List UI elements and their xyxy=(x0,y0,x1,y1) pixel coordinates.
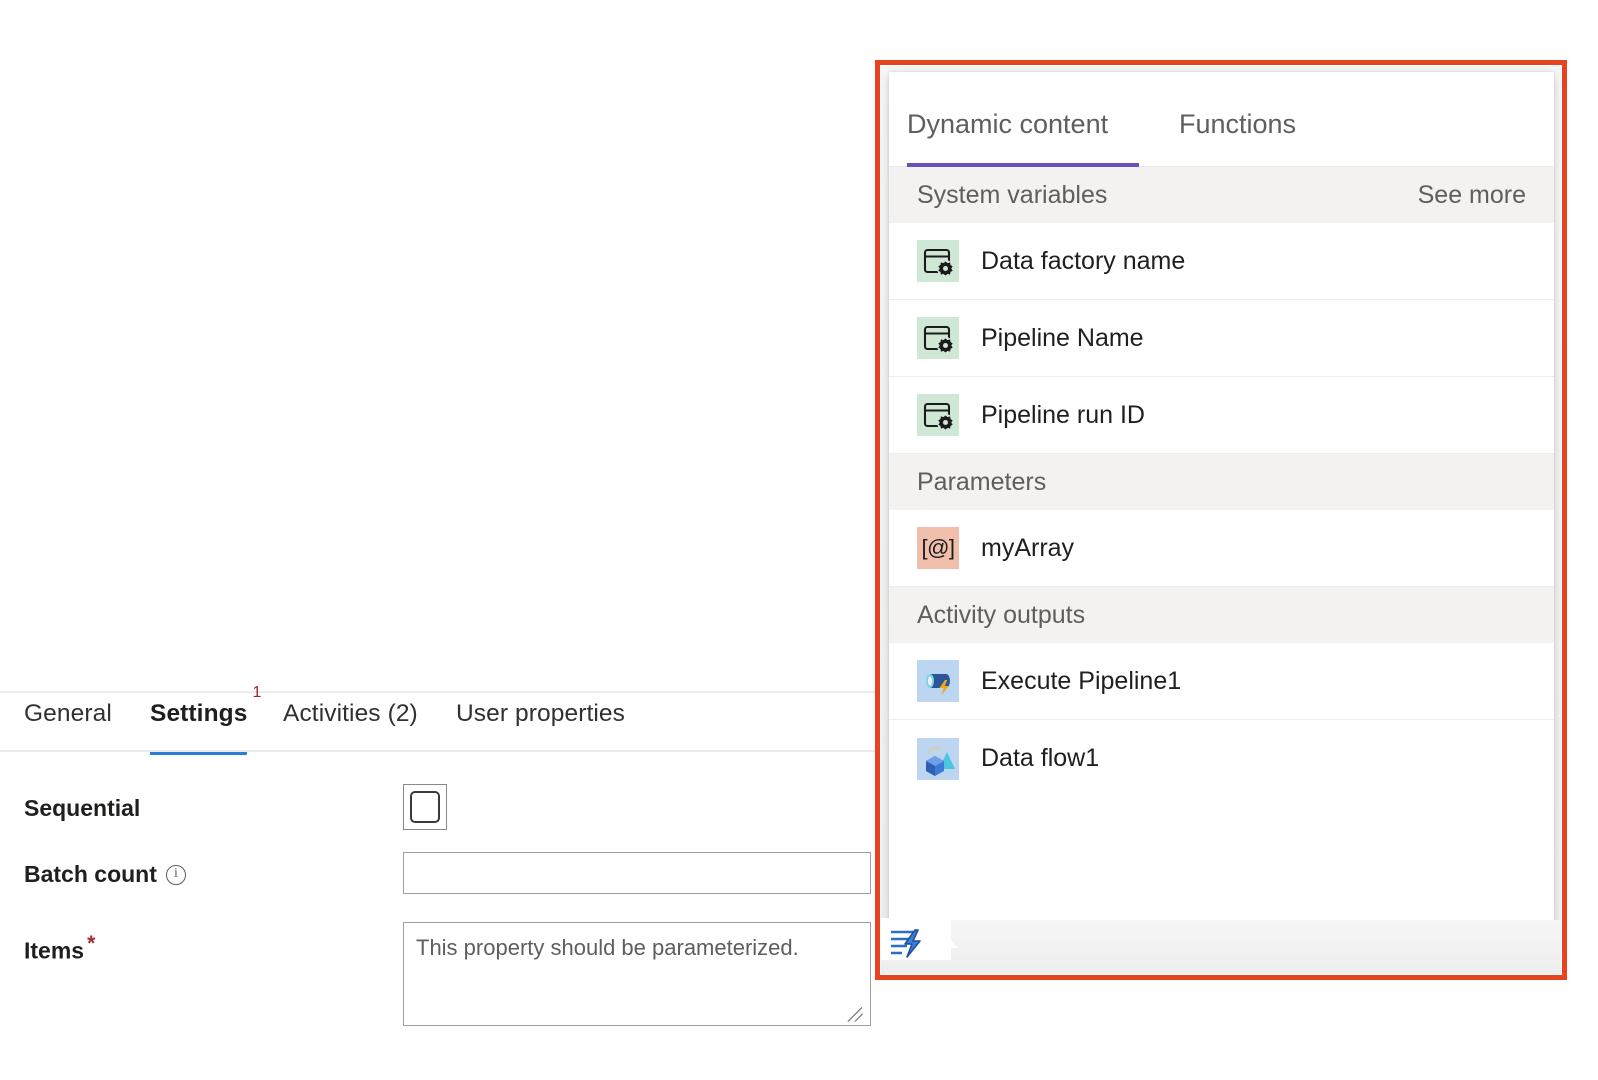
tab-activities[interactable]: Activities (2) xyxy=(283,700,418,752)
dynamic-content-list: System variables See more Data factory n… xyxy=(889,167,1554,797)
list-item[interactable]: Execute Pipeline1 xyxy=(889,643,1554,720)
section-header-parameters: Parameters xyxy=(889,454,1554,510)
info-icon[interactable] xyxy=(166,865,186,885)
properties-pane-top-divider xyxy=(0,691,880,693)
tab-user-properties-label: User properties xyxy=(456,700,625,727)
list-item[interactable]: Pipeline Name xyxy=(889,300,1554,377)
execute-pipeline-icon xyxy=(917,660,959,702)
properties-tabstrip: General Settings 1 Activities (2) User p… xyxy=(0,700,880,752)
section-header-activity-outputs: Activity outputs xyxy=(889,587,1554,643)
section-title: Parameters xyxy=(917,468,1046,497)
tab-settings-badge: 1 xyxy=(252,684,261,702)
section-header-system-variables: System variables See more xyxy=(889,167,1554,223)
data-flow-icon xyxy=(917,738,959,780)
tab-settings-label: Settings xyxy=(150,700,247,727)
list-item[interactable]: Data flow1 xyxy=(889,720,1554,797)
list-item-label: Data flow1 xyxy=(981,744,1099,773)
parameter-icon: [@] xyxy=(917,527,959,569)
tab-activities-label: Activities (2) xyxy=(283,700,418,727)
list-item[interactable]: Pipeline run ID xyxy=(889,377,1554,454)
tabstrip-baseline xyxy=(0,750,880,752)
dynamic-content-footer-chamfer xyxy=(928,918,958,948)
section-title: Activity outputs xyxy=(917,601,1085,630)
list-item[interactable]: [@] myArray xyxy=(889,510,1554,587)
dynamic-content-icon[interactable] xyxy=(888,922,932,964)
system-variable-icon xyxy=(917,317,959,359)
batch-count-label: Batch count xyxy=(24,861,186,888)
tab-settings[interactable]: Settings 1 xyxy=(150,700,247,752)
sequential-checkbox[interactable] xyxy=(403,784,447,830)
tab-functions-label: Functions xyxy=(1179,109,1296,140)
items-required-marker: * xyxy=(87,932,95,955)
system-variable-icon xyxy=(917,394,959,436)
section-title: System variables xyxy=(917,181,1107,210)
list-item-label: Pipeline run ID xyxy=(981,401,1145,430)
batch-count-input[interactable] xyxy=(403,852,871,894)
tab-functions[interactable]: Functions xyxy=(1179,73,1296,166)
sequential-label: Sequential xyxy=(24,795,140,822)
system-variable-icon xyxy=(917,240,959,282)
items-textarea[interactable] xyxy=(403,922,871,1026)
tab-user-properties[interactable]: User properties xyxy=(456,700,625,752)
list-item-label: Pipeline Name xyxy=(981,324,1144,353)
dynamic-content-panel: Dynamic content Functions System variabl… xyxy=(889,72,1554,930)
tab-dynamic-content[interactable]: Dynamic content xyxy=(907,73,1139,166)
list-item-label: Data factory name xyxy=(981,247,1185,276)
tab-general-label: General xyxy=(24,700,112,727)
tab-dynamic-content-label: Dynamic content xyxy=(907,109,1108,140)
tab-general[interactable]: General xyxy=(24,700,112,752)
items-label: Items* xyxy=(24,932,95,965)
see-more-link[interactable]: See more xyxy=(1418,181,1526,210)
dynamic-content-tabstrip: Dynamic content Functions xyxy=(889,72,1554,167)
dynamic-content-footer-bar xyxy=(881,920,1561,974)
list-item-label: myArray xyxy=(981,534,1074,563)
sequential-checkbox-box xyxy=(410,791,440,823)
list-item[interactable]: Data factory name xyxy=(889,223,1554,300)
list-item-label: Execute Pipeline1 xyxy=(981,667,1181,696)
